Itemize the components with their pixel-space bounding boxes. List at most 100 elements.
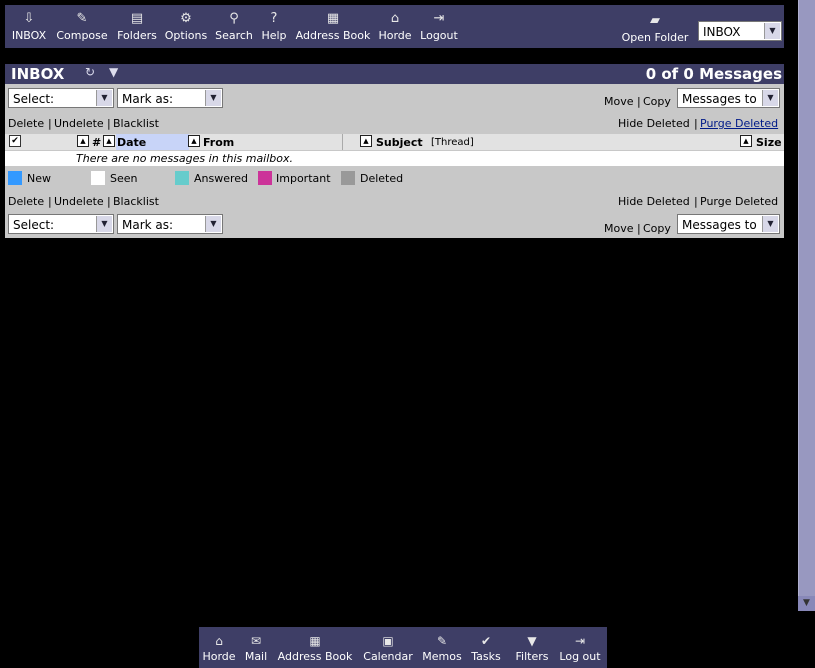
legend-new-label: New (27, 172, 51, 185)
select-value: Select: (13, 218, 55, 232)
bottom-menu-mail[interactable]: ✉ Mail (242, 633, 270, 663)
bottom-menu-label: Address Book (277, 650, 353, 663)
select-dropdown[interactable]: Select: ▼ (8, 88, 114, 108)
empty-mailbox-row: There are no messages in this mailbox. (5, 151, 784, 166)
menu-options[interactable]: ⚙ Options (164, 11, 208, 42)
folder-select-value: INBOX (703, 25, 741, 39)
sort-arrow-icon[interactable]: ▲ (103, 135, 115, 147)
legend-deleted-label: Deleted (360, 172, 404, 185)
menu-label: INBOX (11, 29, 47, 42)
legend-seen-label: Seen (110, 172, 138, 185)
bottom-menu-memos[interactable]: ✎ Memos (420, 633, 464, 663)
chevron-down-icon: ▼ (96, 216, 112, 232)
menu-label: Help (261, 29, 287, 42)
delete-link[interactable]: Delete (8, 117, 44, 130)
help-icon: ? (270, 11, 278, 26)
menu-horde[interactable]: ⌂ Horde (377, 11, 413, 42)
menu-label: Options (164, 29, 208, 42)
top-menubar: ⇩ INBOX ✎ Compose ▤ Folders ⚙ Options ⚲ … (5, 5, 784, 48)
messages-to-dropdown-bottom[interactable]: Messages to ▼ (677, 214, 780, 234)
logout-icon: ⇥ (433, 11, 445, 26)
copy-link[interactable]: Copy (643, 95, 671, 108)
from-column-header[interactable]: From (203, 136, 234, 149)
bottom-menubar: ⌂ Horde ✉ Mail ▦ Address Book ▣ Calendar… (199, 627, 607, 668)
horde-home-icon: ⌂ (215, 634, 223, 648)
bottom-menu-filters[interactable]: ▼ Filters (510, 633, 554, 663)
folder-select[interactable]: INBOX ▼ (698, 21, 782, 41)
menu-inbox[interactable]: ⇩ INBOX (10, 11, 48, 42)
bottom-menu-address-book[interactable]: ▦ Address Book (274, 633, 356, 663)
undelete-link[interactable]: Undelete (54, 195, 104, 208)
sort-arrow-icon[interactable]: ▲ (740, 135, 752, 147)
legend-deleted-swatch (341, 171, 355, 185)
bottom-menu-tasks[interactable]: ✔ Tasks (468, 633, 504, 663)
mark-as-dropdown-bottom[interactable]: Mark as: ▼ (117, 214, 223, 234)
thread-link[interactable]: [Thread] (431, 137, 474, 148)
delete-link[interactable]: Delete (8, 195, 44, 208)
calendar-icon: ▣ (382, 634, 394, 648)
vertical-scrollbar[interactable] (798, 0, 815, 611)
move-link[interactable]: Move (604, 222, 634, 235)
address-book-icon: ▦ (326, 11, 340, 26)
hide-deleted-link[interactable]: Hide Deleted (618, 195, 690, 208)
move-link[interactable]: Move (604, 95, 634, 108)
mark-as-dropdown[interactable]: Mark as: ▼ (117, 88, 223, 108)
scrollbar-base (798, 611, 815, 668)
menu-address-book[interactable]: ▦ Address Book (293, 11, 373, 42)
filters-icon: ▼ (527, 634, 537, 648)
menu-help[interactable]: ? Help (260, 11, 288, 42)
hide-deleted-link[interactable]: Hide Deleted (618, 117, 690, 130)
subject-column-header[interactable]: Subject (376, 136, 423, 149)
separator: | (694, 117, 698, 130)
mailbox-panel: INBOX ↻ ▼ 0 of 0 Messages Select: ▼ Mark… (5, 64, 784, 238)
menu-compose[interactable]: ✎ Compose (55, 11, 109, 42)
legend-new-swatch (8, 171, 22, 185)
legend-important-swatch (258, 171, 272, 185)
blacklist-link[interactable]: Blacklist (113, 195, 159, 208)
bottom-menu-calendar[interactable]: ▣ Calendar (360, 633, 416, 663)
separator: | (107, 117, 111, 130)
messages-to-dropdown[interactable]: Messages to ▼ (677, 88, 780, 108)
bottom-menu-horde[interactable]: ⌂ Horde (200, 633, 238, 663)
open-folder-icon: ▰ (650, 13, 660, 28)
date-column-header[interactable]: Date (117, 136, 146, 149)
menu-label: Address Book (295, 29, 371, 42)
select-dropdown-bottom[interactable]: Select: ▼ (8, 214, 114, 234)
bottom-menu-label: Log out (559, 650, 601, 663)
purge-deleted-link[interactable]: Purge Deleted (700, 117, 778, 130)
blacklist-link[interactable]: Blacklist (113, 117, 159, 130)
column-header: ✔ ▲ # ▲ Date ▲ From ▲ Subject [Thread] ▲… (5, 134, 784, 150)
options-icon: ⚙ (180, 11, 192, 26)
size-column-header[interactable]: Size (756, 136, 782, 149)
bottom-menu-logout[interactable]: ⇥ Log out (557, 633, 603, 663)
message-count: 0 of 0 Messages (645, 65, 782, 83)
chevron-down-icon: ▼ (762, 216, 778, 232)
refresh-icon[interactable]: ↻ (85, 65, 95, 79)
sort-arrow-icon[interactable]: ▲ (360, 135, 372, 147)
separator: | (637, 95, 641, 108)
empty-message: There are no messages in this mailbox. (76, 152, 294, 165)
select-all-checkbox[interactable]: ✔ (9, 135, 21, 147)
select-value: Select: (13, 92, 55, 106)
scroll-down-arrow[interactable]: ▼ (798, 596, 815, 611)
copy-link[interactable]: Copy (643, 222, 671, 235)
sort-arrow-icon[interactable]: ▲ (188, 135, 200, 147)
mail-icon: ✉ (250, 634, 262, 648)
number-column-header[interactable]: # (92, 136, 101, 149)
legend-important-label: Important (276, 172, 331, 185)
search-icon: ⚲ (229, 11, 239, 26)
chevron-down-icon: ▼ (205, 90, 221, 106)
filter-icon[interactable]: ▼ (109, 65, 118, 79)
legend-answered-label: Answered (194, 172, 249, 185)
mailbox-title: INBOX (11, 65, 65, 83)
purge-deleted-link[interactable]: Purge Deleted (700, 195, 778, 208)
undelete-link[interactable]: Undelete (54, 117, 104, 130)
column-divider (342, 134, 343, 150)
separator: | (48, 117, 52, 130)
menu-logout[interactable]: ⇥ Logout (418, 11, 460, 42)
open-folder-button[interactable]: ▰ Open Folder (619, 13, 691, 44)
menu-folders[interactable]: ▤ Folders (115, 11, 159, 42)
address-book-icon: ▦ (309, 634, 321, 648)
sort-arrow-icon[interactable]: ▲ (77, 135, 89, 147)
menu-search[interactable]: ⚲ Search (213, 11, 255, 42)
